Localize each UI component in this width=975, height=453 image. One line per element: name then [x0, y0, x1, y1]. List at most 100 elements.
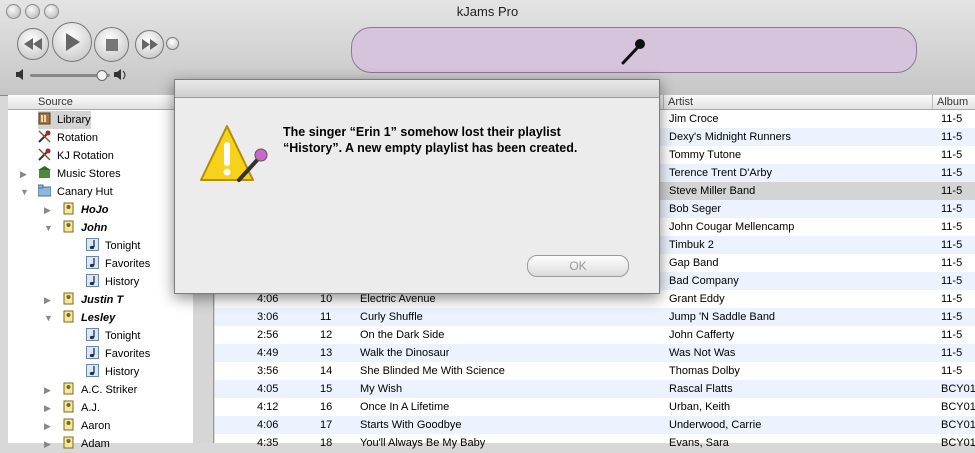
cell-artist: Gap Band: [669, 257, 719, 269]
options-button[interactable]: [166, 37, 179, 50]
singer-icon: [62, 292, 81, 306]
playlist-icon: [86, 238, 105, 252]
playlist-icon: [86, 274, 105, 288]
playlist-icon: [86, 364, 105, 378]
disclosure-closed-icon[interactable]: ▶: [44, 291, 51, 309]
source-item[interactable]: Tonight: [86, 237, 140, 255]
source-header[interactable]: Source: [8, 95, 193, 110]
source-item[interactable]: ▼ Canary Hut: [20, 183, 113, 201]
mic-rotation-icon: [38, 130, 57, 144]
source-item-label: Favorites: [105, 258, 151, 270]
disclosure-closed-icon[interactable]: ▶: [44, 417, 51, 435]
source-item[interactable]: ▼ John: [44, 219, 108, 237]
source-item[interactable]: History: [86, 363, 139, 381]
singer-icon: [62, 202, 81, 216]
source-item-label: History: [105, 276, 140, 288]
table-row[interactable]: 4:06 17 Starts With Goodbye Underwood, Carr…: [215, 416, 975, 434]
source-item[interactable]: Tonight: [86, 327, 140, 345]
source-item-label: Adam: [81, 438, 110, 450]
source-item[interactable]: KJ Rotation: [38, 147, 114, 165]
source-item[interactable]: ▼ Lesley: [44, 309, 115, 327]
cell-album: 11-5: [941, 257, 963, 269]
cell-artist: Tommy Tutone: [669, 149, 742, 161]
source-item[interactable]: ▶ HoJo: [44, 201, 109, 219]
source-item[interactable]: Favorites: [86, 255, 150, 273]
cell-track: 17: [320, 419, 333, 431]
singer-icon: [62, 310, 81, 324]
singer-icon: [62, 436, 81, 450]
warning-icon: [200, 125, 268, 182]
source-list[interactable]: Source Library Rotation KJ Rotation ▶ Music …: [8, 95, 194, 450]
cell-time: 4:49: [257, 347, 279, 359]
cell-artist: Timbuk 2: [669, 239, 714, 251]
cell-track: 14: [320, 365, 333, 377]
cell-artist: Steve Miller Band: [669, 185, 756, 197]
table-row[interactable]: 4:35 18 You'll Always Be My Baby Evans, Sar…: [215, 434, 975, 452]
cell-track: 18: [320, 437, 333, 449]
column-album[interactable]: Album: [932, 95, 975, 109]
cell-time: 3:06: [257, 311, 279, 323]
table-row[interactable]: 4:12 16 Once In A Lifetime Urban, Keith BCY0…: [215, 398, 975, 416]
table-row[interactable]: 3:56 14 She Blinded Me With Science Thomas …: [215, 362, 975, 380]
source-item[interactable]: ▶ Aaron: [44, 417, 110, 435]
table-row[interactable]: 4:05 15 My Wish Rascal Flatts BCY01: [215, 380, 975, 398]
cell-artist: Bad Company: [669, 275, 739, 287]
alert-message-line: “History”. A new empty playlist has been…: [283, 141, 578, 155]
disclosure-closed-icon[interactable]: ▶: [20, 165, 27, 183]
rewind-button[interactable]: [17, 28, 49, 60]
source-item[interactable]: ▶ A.C. Striker: [44, 381, 137, 399]
cell-album: 11-5: [941, 113, 963, 125]
disclosure-open-icon[interactable]: ▼: [20, 183, 29, 201]
cell-track: 13: [320, 347, 333, 359]
source-item[interactable]: ▶ Adam: [44, 435, 110, 453]
source-item-label: Tonight: [105, 240, 141, 252]
disclosure-open-icon[interactable]: ▼: [44, 309, 53, 327]
source-item-label: A.J.: [81, 402, 100, 414]
cell-time: 4:35: [257, 437, 279, 449]
source-item-label: Rotation: [57, 132, 98, 144]
source-item[interactable]: Library: [38, 111, 91, 129]
speaker-high-icon: [114, 69, 126, 80]
cell-album: 11-5: [941, 329, 963, 341]
source-item-label: John: [81, 222, 108, 234]
dialog-titlebar: [175, 80, 659, 98]
table-row[interactable]: 3:06 11 Curly Shuffle Jump 'N Saddle Band 11…: [215, 308, 975, 326]
cell-album: 11-5: [941, 167, 963, 179]
stop-button[interactable]: [94, 27, 129, 62]
volume-slider[interactable]: [16, 68, 128, 82]
table-row[interactable]: 4:49 13 Walk the Dinosaur Was Not Was 11-5: [215, 344, 975, 362]
source-item-label: Library: [57, 114, 91, 126]
singer-icon: [62, 220, 81, 234]
disclosure-closed-icon[interactable]: ▶: [44, 399, 51, 417]
disclosure-closed-icon[interactable]: ▶: [44, 381, 51, 399]
source-item[interactable]: Favorites: [86, 345, 150, 363]
disclosure-closed-icon[interactable]: ▶: [44, 201, 51, 219]
cell-artist: Evans, Sara: [669, 437, 729, 449]
source-item[interactable]: History: [86, 273, 139, 291]
cell-artist: Grant Eddy: [669, 293, 725, 305]
disclosure-closed-icon[interactable]: ▶: [44, 435, 51, 453]
rewind-icon: [24, 38, 42, 50]
fast-forward-button[interactable]: [135, 30, 164, 59]
source-item-label: Music Stores: [57, 168, 121, 180]
ok-button[interactable]: OK: [527, 255, 629, 277]
disclosure-open-icon[interactable]: ▼: [44, 219, 53, 237]
folder-icon: [38, 184, 57, 198]
cell-artist: John Cafferty: [669, 329, 735, 341]
source-item[interactable]: ▶ Music Stores: [20, 165, 121, 183]
table-row[interactable]: 2:56 12 On the Dark Side John Cafferty 11-5: [215, 326, 975, 344]
source-item[interactable]: Rotation: [38, 129, 98, 147]
source-item-label: History: [105, 366, 140, 378]
column-artist[interactable]: Artist: [663, 95, 933, 109]
alert-dialog: The singer “Erin 1” somehow lost their p…: [174, 79, 660, 294]
cell-artist: Jump 'N Saddle Band: [669, 311, 776, 323]
source-item[interactable]: ▶ A.J.: [44, 399, 100, 417]
cell-album: BCY01: [941, 383, 975, 395]
cell-album: 11-5: [941, 293, 963, 305]
play-button[interactable]: [52, 22, 92, 62]
cell-artist: Underwood, Carrie: [669, 419, 762, 431]
cell-time: 4:12: [257, 401, 279, 413]
playlist-icon: [86, 256, 105, 270]
cell-album: 11-5: [941, 311, 963, 323]
source-item[interactable]: ▶ Justin T: [44, 291, 123, 309]
